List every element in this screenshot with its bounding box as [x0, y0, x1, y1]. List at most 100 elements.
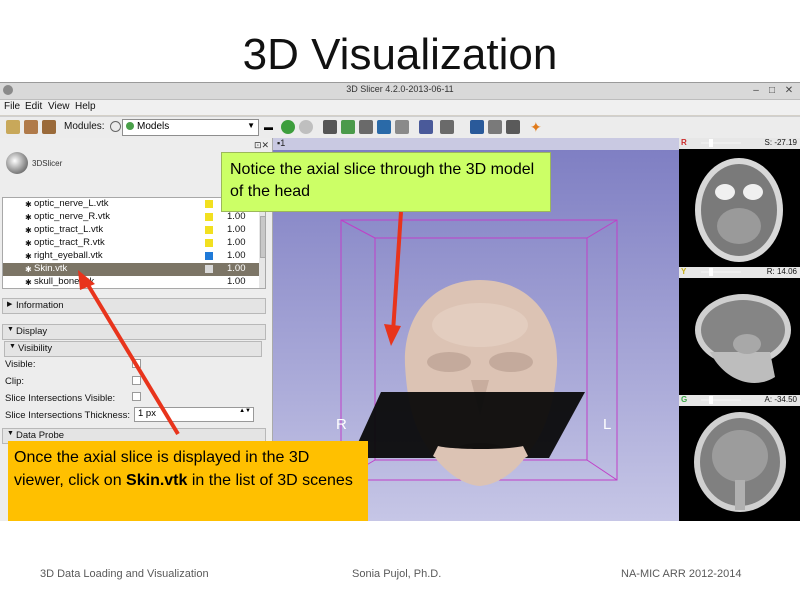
slicer-logo-text: 3DSlicer [32, 159, 63, 168]
visibility-eye-icon[interactable]: ✱ [25, 239, 32, 248]
coronal-slice-image[interactable] [685, 410, 795, 518]
model-opacity[interactable]: 1.00 [227, 211, 246, 222]
panel-float-close-icon[interactable]: ⊡✕ [254, 140, 269, 151]
visibility-eye-icon[interactable]: ✱ [25, 265, 32, 274]
model-name: optic_nerve_L.vtk [34, 198, 109, 209]
view3d-tab-label: ▪1 [277, 138, 286, 148]
axis-label-left: R [336, 416, 347, 433]
model-color-swatch[interactable] [205, 226, 213, 234]
editor-icon[interactable] [395, 120, 409, 134]
model-opacity[interactable]: 1.00 [227, 250, 246, 261]
scrollbar-thumb[interactable] [260, 216, 265, 258]
model-opacity[interactable]: 1.00 [227, 276, 246, 287]
visibility-eye-icon[interactable]: ✱ [25, 213, 32, 222]
view3d-controller-bar[interactable]: ▪1 [273, 138, 679, 150]
slide-title: 3D Visualization [242, 30, 558, 79]
model-name: optic_tract_L.vtk [34, 224, 104, 235]
footer-right: NA-MIC ARR 2012-2014 [621, 568, 742, 580]
load-dicom-icon[interactable] [24, 120, 38, 134]
module-selector[interactable]: Models ▼ [122, 119, 259, 136]
volumes-module-icon[interactable] [341, 120, 355, 134]
clip-label: Clip: [5, 376, 25, 387]
slice-intersections-thickness-label: Slice Intersections Thickness: [5, 410, 130, 421]
models-module-button-icon[interactable] [359, 120, 373, 134]
menu-edit[interactable]: Edit [25, 101, 42, 112]
model-row[interactable]: ✱ optic_nerve_R.vtk 1.00 [3, 211, 263, 224]
search-icon[interactable] [110, 121, 121, 132]
slice-bar-yellow[interactable]: Y R: 14.06 [679, 267, 800, 278]
sagittal-slice-image[interactable] [685, 282, 795, 392]
model-row[interactable]: ✱ optic_tract_R.vtk 1.00 [3, 237, 263, 250]
axial-slice-image[interactable] [685, 152, 793, 262]
expand-icon: ▶ [7, 301, 13, 308]
modules-label: Modules: [64, 121, 105, 132]
model-color-swatch[interactable] [205, 200, 213, 208]
axial-slice-plane [351, 392, 585, 458]
load-data-icon[interactable] [6, 120, 20, 134]
back-icon[interactable] [281, 120, 295, 134]
model-color-swatch[interactable] [205, 252, 213, 260]
visible-label: Visible: [5, 359, 36, 370]
scene-view-icon[interactable] [488, 120, 502, 134]
crosshair-tool-icon[interactable] [440, 120, 454, 134]
model-row[interactable]: ✱ right_eyeball.vtk 1.00 [3, 250, 263, 263]
slice-thickness-spinbox[interactable]: 1 px ▲▼ [134, 407, 254, 422]
visibility-eye-icon[interactable]: ✱ [25, 252, 32, 261]
close-icon[interactable]: ✕ [783, 85, 795, 96]
model-opacity[interactable]: 1.00 [227, 224, 246, 235]
menu-help[interactable]: Help [75, 101, 96, 112]
section-visibility[interactable]: ▼ Visibility [4, 341, 262, 357]
model-name: skull_bone.vtk [34, 276, 95, 287]
model-color-swatch[interactable] [205, 265, 213, 273]
slice-views: R S: -27.19 Y R: 14.06 G A: -34.50 [679, 138, 800, 521]
mouse-mode-icon[interactable]: ✦ [530, 119, 542, 136]
callout-bottom: Once the axial slice is displayed in the… [8, 441, 368, 521]
model-row[interactable]: ✱ optic_tract_L.vtk 1.00 [3, 224, 263, 237]
data-module-icon[interactable] [323, 120, 337, 134]
clip-checkbox[interactable] [132, 376, 141, 385]
layout-icon[interactable] [419, 120, 433, 134]
slicer-logo [6, 152, 28, 174]
visibility-eye-icon[interactable]: ✱ [25, 226, 32, 235]
model-opacity[interactable]: 1.00 [227, 237, 246, 248]
forward-icon[interactable] [299, 120, 313, 134]
module-list-icon[interactable]: ▬ [264, 122, 273, 132]
section-information[interactable]: ▶ Information [2, 298, 266, 314]
minimize-icon[interactable]: – [750, 85, 762, 96]
collapse-icon: ▼ [7, 326, 14, 333]
spin-arrows-icon[interactable]: ▲▼ [239, 408, 251, 414]
slice-bar-green[interactable]: G A: -34.50 [679, 395, 800, 406]
menu-bar: File Edit View Help [0, 100, 800, 115]
menu-file[interactable]: File [4, 101, 20, 112]
maximize-icon[interactable]: □ [766, 85, 778, 96]
model-row[interactable]: ✱ Skin.vtk 1.00 [3, 263, 263, 276]
model-opacity[interactable]: 1.00 [227, 263, 246, 274]
screenshot-icon[interactable] [470, 120, 484, 134]
model-name: optic_nerve_R.vtk [34, 211, 111, 222]
window-title: 3D Slicer 4.2.0-2013-06-11 [346, 84, 454, 94]
slice-intersections-visible-label: Slice Intersections Visible: [5, 393, 116, 404]
visible-checkbox[interactable] [132, 359, 141, 368]
visibility-eye-icon[interactable]: ✱ [25, 278, 32, 287]
slice-bar-red[interactable]: R S: -27.19 [679, 138, 800, 149]
callout-top: Notice the axial slice through the 3D mo… [221, 152, 551, 212]
model-color-swatch[interactable] [205, 213, 213, 221]
model-row[interactable]: ✱ skull_bone.vtk 1.00 [3, 276, 263, 288]
model-name: Skin.vtk [34, 263, 68, 274]
model-name: right_eyeball.vtk [34, 250, 103, 261]
visibility-eye-icon[interactable]: ✱ [25, 200, 32, 209]
footer-left: 3D Data Loading and Visualization [40, 568, 209, 580]
model-color-swatch[interactable] [205, 239, 213, 247]
model-color-swatch[interactable] [205, 278, 213, 286]
axis-label-right: L [603, 416, 612, 433]
collapse-icon: ▼ [9, 343, 16, 350]
main-toolbar: Modules: Models ▼ ▬ ✦ [0, 116, 800, 139]
chevron-down-icon: ▼ [247, 121, 255, 130]
save-icon[interactable] [42, 120, 56, 134]
transforms-icon[interactable] [377, 120, 391, 134]
section-display[interactable]: ▼ Display [2, 324, 266, 340]
models-module-icon [126, 122, 134, 130]
slice-intersections-visible-checkbox[interactable] [132, 392, 141, 401]
extension-icon[interactable] [506, 120, 520, 134]
menu-view[interactable]: View [48, 101, 70, 112]
